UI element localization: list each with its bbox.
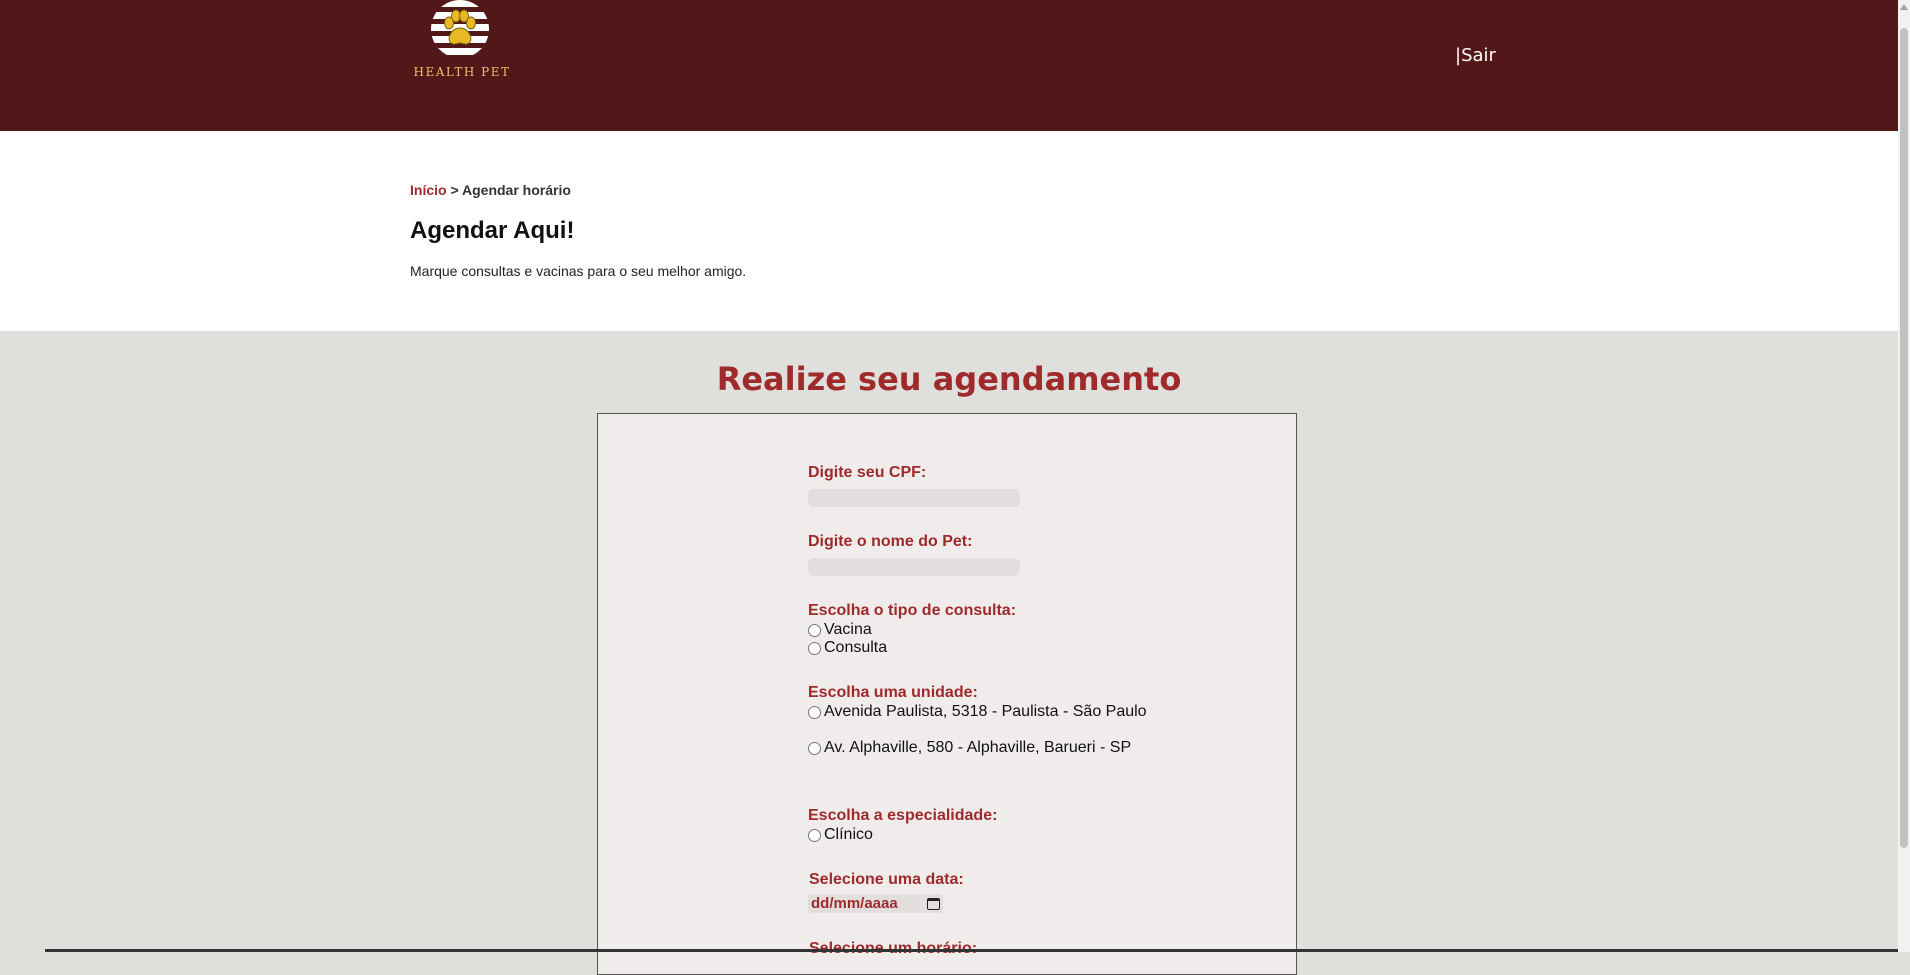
breadcrumb: Início > Agendar horário [410,182,571,198]
page-subtitle: Marque consultas e vacinas para o seu me… [410,263,747,279]
option-clinico-label: Clínico [824,826,873,843]
logout-link[interactable]: |Sair [1455,45,1496,66]
appointment-form: Digite seu CPF: Digite o nome do Pet: Es… [597,413,1297,975]
logo[interactable]: HEALTH PET [412,0,512,84]
option-unit-alphaville-label: Av. Alphaville, 580 - Alphaville, Baruer… [824,739,1132,756]
paw-icon [444,9,476,45]
unit-label: Escolha uma unidade: [808,684,978,701]
radio-clinico[interactable] [808,828,821,842]
specialty-label: Escolha a especialidade: [808,807,998,824]
cpf-input[interactable] [808,489,1020,507]
option-vacina[interactable]: Vacina [808,621,872,639]
logo-text: HEALTH PET [413,65,511,79]
radio-unit-paulista[interactable] [808,705,821,719]
calendar-icon[interactable] [927,897,940,910]
option-unit-alphaville[interactable]: Av. Alphaville, 580 - Alphaville, Baruer… [808,739,1131,757]
radio-vacina[interactable] [808,623,821,637]
scroll-up-arrow-icon[interactable] [1900,4,1908,10]
date-label: Selecione uma data: [809,871,964,888]
breadcrumb-current: Agendar horário [462,182,571,198]
form-title: Realize seu agendamento [716,360,1182,398]
logo-emblem [431,0,489,58]
option-consulta[interactable]: Consulta [808,639,887,657]
pet-name-input[interactable] [808,558,1020,576]
site-header: HEALTH PET |Sair [0,0,1898,131]
consult-type-label: Escolha o tipo de consulta: [808,602,1017,619]
vertical-scrollbar[interactable] [1898,0,1910,952]
option-unit-paulista-label: Avenida Paulista, 5318 - Paulista - São … [824,703,1147,720]
option-consulta-label: Consulta [824,639,888,656]
radio-unit-alphaville[interactable] [808,741,821,755]
date-placeholder: dd/mm/aaaa [811,895,898,912]
option-clinico[interactable]: Clínico [808,826,873,844]
page-title: Agendar Aqui! [410,217,575,244]
cpf-label: Digite seu CPF: [808,464,927,481]
pet-name-label: Digite o nome do Pet: [808,533,973,550]
date-input[interactable]: dd/mm/aaaa [808,894,943,913]
breadcrumb-separator: > [446,182,462,198]
breadcrumb-home-link[interactable]: Início [410,182,447,198]
option-vacina-label: Vacina [824,621,872,638]
radio-consulta[interactable] [808,641,821,655]
page-intro [0,131,1898,331]
scrollbar-thumb[interactable] [1900,28,1908,848]
option-unit-paulista[interactable]: Avenida Paulista, 5318 - Paulista - São … [808,703,1147,721]
